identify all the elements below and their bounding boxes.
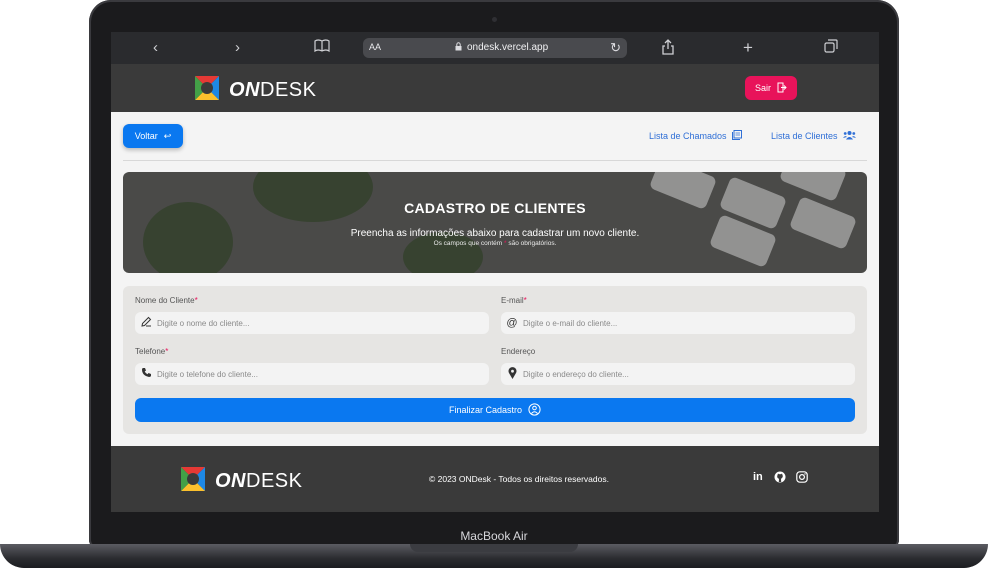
name-label: Nome do Cliente* [135,296,198,305]
at-icon: @ [506,317,518,329]
required-note: Os campos que contém * são obrigatórios. [433,240,557,247]
phone-label: Telefone* [135,347,169,356]
list-icon [731,130,742,142]
address-input[interactable]: Digite o endereço do cliente... [501,363,855,385]
laptop-notch [410,544,578,552]
nav-link-label: Lista de Chamados [649,131,727,141]
linkedin-icon[interactable]: in [753,471,763,483]
nav-link-label: Lista de Clientes [771,131,838,141]
camera [492,17,497,22]
name-placeholder: Digite o nome do cliente... [157,318,250,328]
return-icon: ↩ [163,130,172,141]
instagram-icon[interactable] [796,471,808,486]
phone-icon [135,367,157,381]
pen-icon [135,316,157,330]
copyright-text: © 2023 ONDesk - Todos os direitos reserv… [429,474,609,484]
book-icon[interactable] [314,39,330,58]
submit-label: Finalizar Cadastro [448,405,523,415]
submit-button[interactable]: Finalizar Cadastro [135,398,855,422]
github-icon[interactable] [774,471,786,486]
logo-text: ONDESK [215,470,303,492]
footer-logo: ONDESK [179,465,302,498]
new-tab-icon[interactable]: + [743,39,753,57]
back-button-label: Voltar [134,131,158,141]
page-subtitle: Preencha as informações abaixo para cada… [350,228,640,239]
user-check-icon [528,402,541,418]
logo-text: ONDESK [229,79,317,101]
header-logo[interactable]: ONDESK [193,74,316,107]
device-label: MacBook Air [460,529,528,543]
hero-bg-key [778,172,848,203]
hero-banner: CADASTRO DE CLIENTES Preencha as informa… [123,172,867,273]
phone-placeholder: Digite o telefone do cliente... [157,369,258,379]
logout-label: Sair [754,83,771,93]
client-form: Nome do Cliente* Digite o nome do client… [123,286,867,434]
phone-input[interactable]: Digite o telefone do cliente... [135,363,489,385]
users-icon [842,130,856,142]
logo-mark-icon [179,465,207,498]
nav-link-clientes[interactable]: Lista de Clientes [771,130,856,142]
address-label: Endereço [501,347,536,356]
name-input[interactable]: Digite o nome do cliente... [135,312,489,334]
forward-icon[interactable]: › [235,39,240,57]
divider [123,160,867,161]
browser-toolbar: ‹ › AA ondesk.vercel.app ↻ + [111,32,879,64]
url-bar[interactable]: AA ondesk.vercel.app ↻ [363,38,627,58]
tabs-icon[interactable] [824,39,838,58]
email-placeholder: Digite o e-mail do cliente... [523,318,618,328]
page-title: CADASTRO DE CLIENTES [404,200,586,216]
address-placeholder: Digite o endereço do cliente... [523,369,629,379]
back-button[interactable]: Voltar ↩ [123,124,183,148]
reader-aa-button[interactable]: AA [369,42,381,52]
app-header: ONDESK Sair [111,64,879,112]
email-label: E-mail* [501,296,527,305]
logout-icon [777,82,787,95]
share-icon[interactable] [661,39,675,60]
email-input[interactable]: @ Digite o e-mail do cliente... [501,312,855,334]
reload-icon[interactable]: ↻ [610,40,621,56]
logout-button[interactable]: Sair [745,76,797,100]
url-text: ondesk.vercel.app [467,42,549,53]
lock-icon [455,42,462,53]
screen: ‹ › AA ondesk.vercel.app ↻ + ONDESK Sair… [111,32,879,512]
logo-mark-icon [193,74,221,107]
back-icon[interactable]: ‹ [153,39,158,57]
map-pin-icon [501,366,523,382]
app-footer: ONDESK © 2023 ONDesk - Todos os direitos… [111,446,879,512]
nav-link-chamados[interactable]: Lista de Chamados [649,130,742,142]
